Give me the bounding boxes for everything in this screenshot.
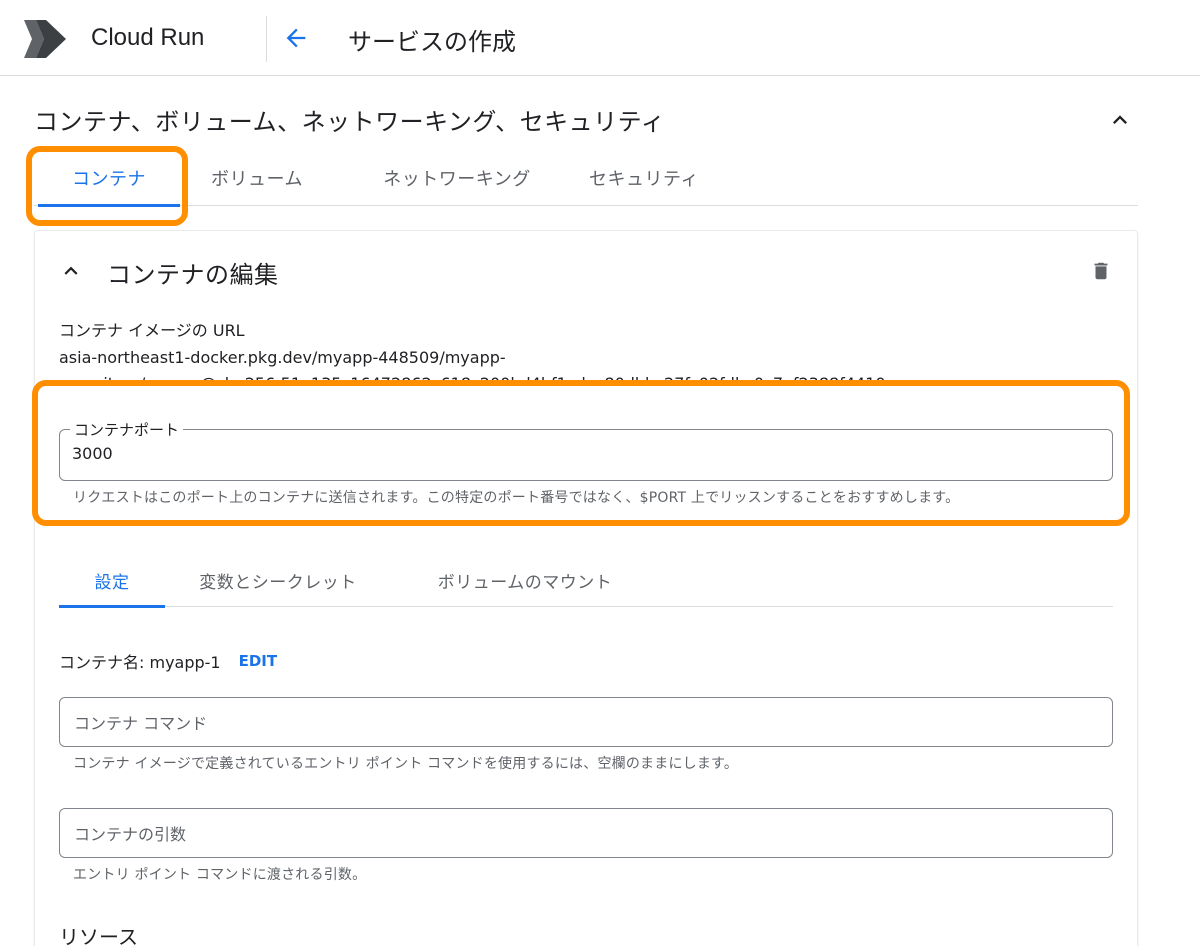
card-collapse-button[interactable]	[57, 257, 85, 285]
container-edit-card: コンテナの編集 コンテナ イメージの URL asia-northeast1-d…	[34, 230, 1138, 946]
chevron-up-icon	[64, 266, 78, 275]
container-name-text: コンテナ名: myapp-1	[59, 653, 221, 672]
image-url-value: asia-northeast1-docker.pkg.dev/myapp-448…	[59, 348, 894, 383]
top-tabs: コンテナ ボリューム ネットワーキング セキュリティ	[34, 150, 1138, 207]
container-command-placeholder: コンテナ コマンド	[74, 714, 208, 733]
container-args-input[interactable]: コンテナの引数	[59, 808, 1113, 858]
image-url-label: コンテナ イメージの URL	[59, 321, 245, 340]
delete-container-button[interactable]	[1089, 259, 1113, 283]
tab-container[interactable]: コンテナ	[38, 150, 180, 207]
card-title: コンテナの編集	[107, 261, 279, 289]
tab-networking[interactable]: ネットワーキング	[352, 150, 562, 206]
trash-icon	[1094, 262, 1108, 280]
cloud-run-logo-icon	[22, 16, 68, 62]
tab-settings[interactable]: 設定	[59, 553, 165, 608]
inner-tabs: 設定 変数とシークレット ボリュームのマウント	[59, 553, 1113, 608]
tab-variables-secrets[interactable]: 変数とシークレット	[185, 553, 371, 607]
container-port-value: 3000	[72, 444, 113, 463]
arrow-back-icon	[286, 28, 306, 48]
resources-title: リソース	[59, 925, 138, 946]
header-divider	[266, 16, 267, 62]
container-args-placeholder: コンテナの引数	[74, 825, 187, 844]
section-title: コンテナ、ボリューム、ネットワーキング、セキュリティ	[34, 108, 666, 136]
container-command-helper: コンテナ イメージで定義されているエントリ ポイント コマンドを使用するには、空…	[73, 756, 739, 772]
app-title: Cloud Run	[91, 24, 205, 51]
section-collapse-button[interactable]	[1104, 104, 1136, 136]
container-command-input[interactable]: コンテナ コマンド	[59, 697, 1113, 747]
container-port-label: コンテナポート	[70, 419, 184, 440]
container-port-helper: リクエストはこのポート上のコンテナに送信されます。この特定のポート番号ではなく、…	[73, 490, 960, 506]
tab-security[interactable]: セキュリティ	[574, 150, 714, 206]
container-name-row: コンテナ名: myapp-1 EDIT	[59, 649, 277, 673]
top-bar: Cloud Run サービスの作成	[0, 0, 1200, 76]
tab-volume-mounts[interactable]: ボリュームのマウント	[425, 553, 625, 607]
chevron-up-icon	[1113, 115, 1127, 124]
back-button[interactable]	[280, 22, 312, 54]
tab-volumes[interactable]: ボリューム	[184, 150, 330, 206]
container-args-helper: エントリ ポイント コマンドに渡される引数。	[73, 867, 367, 883]
page-title: サービスの作成	[348, 28, 516, 56]
container-port-field[interactable]: コンテナポート 3000	[59, 419, 1113, 481]
edit-container-name-link[interactable]: EDIT	[239, 652, 278, 670]
